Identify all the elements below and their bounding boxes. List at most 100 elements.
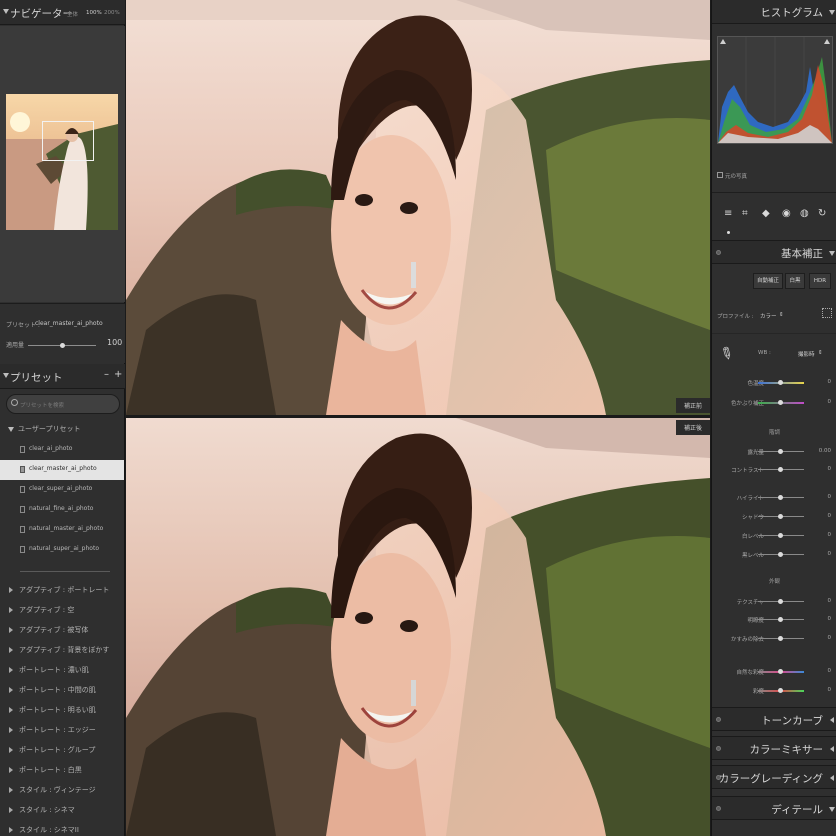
user-preset-item[interactable]: natural_super_ai_photo bbox=[0, 540, 124, 560]
user-preset-item[interactable]: natural_fine_ai_photo bbox=[0, 500, 124, 520]
detail-header[interactable]: ディテール bbox=[712, 796, 836, 820]
healing-icon[interactable]: ◆ bbox=[762, 208, 770, 219]
preset-group-item[interactable]: ポートレート : 明るい肌 bbox=[0, 700, 124, 720]
add-preset-button[interactable]: + bbox=[114, 369, 122, 380]
color-mixer-header[interactable]: カラーミキサー bbox=[712, 736, 836, 760]
preset-group-item[interactable]: アダプティブ : 背景をぼかす bbox=[0, 640, 124, 660]
collapse-triangle-icon[interactable] bbox=[829, 807, 835, 812]
vibrance-slider-knob[interactable] bbox=[778, 669, 783, 674]
user-preset-item[interactable]: clear_ai_photo bbox=[0, 440, 124, 460]
tone-curve-header[interactable]: トーンカーブ bbox=[712, 707, 836, 731]
dehaze-slider-knob[interactable] bbox=[778, 636, 783, 641]
redeye-icon[interactable]: ◉ bbox=[782, 208, 791, 219]
saturation-slider-knob[interactable] bbox=[778, 688, 783, 693]
original-photo-checkbox[interactable] bbox=[717, 172, 723, 178]
clarity-slider-knob[interactable] bbox=[778, 617, 783, 622]
hdr-button[interactable]: HDR bbox=[809, 273, 831, 289]
preset-group-item[interactable]: ポートレート : グループ bbox=[0, 740, 124, 760]
collapse-triangle-icon[interactable] bbox=[3, 373, 9, 378]
before-photo[interactable]: 補正前 bbox=[126, 0, 710, 415]
collapse-triangle-icon[interactable] bbox=[829, 251, 835, 256]
profile-browser-icon[interactable] bbox=[822, 308, 832, 318]
dehaze-value[interactable]: 0 bbox=[828, 635, 832, 641]
contrast-slider-knob[interactable] bbox=[778, 467, 783, 472]
amount-slider-knob[interactable] bbox=[60, 343, 65, 348]
whites-slider-knob[interactable] bbox=[778, 533, 783, 538]
zoom-100-option[interactable]: 100% bbox=[86, 10, 102, 16]
vibrance-value[interactable]: 0 bbox=[828, 668, 832, 674]
texture-value[interactable]: 0 bbox=[828, 598, 832, 604]
crop-icon[interactable]: ⌗ bbox=[742, 208, 748, 219]
preset-search-input[interactable]: プリセットを検索 bbox=[6, 394, 120, 414]
expand-triangle-icon[interactable] bbox=[830, 746, 834, 752]
preset-group-item[interactable]: アダプティブ : ポートレート bbox=[0, 580, 124, 600]
highlights-value[interactable]: 0 bbox=[828, 494, 832, 500]
profile-select[interactable]: カラー bbox=[760, 312, 777, 320]
mask-icon[interactable]: ◍ bbox=[800, 208, 809, 219]
shadow-clipping-icon[interactable] bbox=[720, 39, 726, 44]
preset-group-item[interactable]: アダプティブ : 被写体 bbox=[0, 620, 124, 640]
shadows-slider-knob[interactable] bbox=[778, 514, 783, 519]
wb-select[interactable]: 撮影時 bbox=[798, 350, 815, 358]
color-temp-value[interactable]: 0 bbox=[828, 379, 832, 385]
presets-header[interactable]: プリセット – + bbox=[0, 364, 125, 389]
navigator-header[interactable]: ナビゲーター 全体 100% 200% bbox=[0, 0, 125, 25]
tint-value[interactable]: 0 bbox=[828, 399, 832, 405]
preset-group-label: ポートレート : 濃い肌 bbox=[19, 666, 89, 674]
color-temp-slider-knob[interactable] bbox=[778, 380, 783, 385]
collapse-triangle-icon[interactable] bbox=[3, 9, 9, 14]
edit-sliders-icon[interactable]: ≡ bbox=[724, 208, 732, 219]
exposure-value[interactable]: 0.00 bbox=[819, 448, 831, 454]
user-preset-item[interactable]: natural_master_ai_photo bbox=[0, 520, 124, 540]
preset-group-item[interactable]: ポートレート : 濃い肌 bbox=[0, 660, 124, 680]
preset-group-item[interactable]: ポートレート : エッジー bbox=[0, 720, 124, 740]
zoom-fit-option[interactable]: 全体 bbox=[67, 10, 78, 18]
expand-triangle-icon[interactable] bbox=[830, 717, 834, 723]
user-presets-group[interactable]: ユーザープリセット bbox=[0, 419, 124, 439]
panel-visibility-icon[interactable] bbox=[716, 250, 721, 255]
blacks-slider-knob[interactable] bbox=[778, 552, 783, 557]
highlights-slider-knob[interactable] bbox=[778, 495, 783, 500]
auto-button[interactable]: 自動補正 bbox=[753, 273, 783, 289]
preset-group-item[interactable]: アダプティブ : 空 bbox=[0, 600, 124, 620]
user-preset-item[interactable]: clear_super_ai_photo bbox=[0, 480, 124, 500]
basic-panel-header[interactable]: 基本補正 bbox=[712, 240, 836, 264]
color-grading-header[interactable]: カラーグレーディング bbox=[712, 765, 836, 789]
exposure-slider-knob[interactable] bbox=[778, 449, 783, 454]
preset-group-item[interactable]: スタイル : シネマ bbox=[0, 800, 124, 820]
navigator-thumbnail[interactable] bbox=[6, 94, 118, 230]
shadows-value[interactable]: 0 bbox=[828, 513, 832, 519]
blacks-value[interactable]: 0 bbox=[828, 551, 832, 557]
zoom-200-option[interactable]: 200% bbox=[104, 10, 120, 16]
preset-group-item[interactable]: スタイル : ヴィンテージ bbox=[0, 780, 124, 800]
panel-visibility-icon[interactable] bbox=[716, 717, 721, 722]
remove-preset-button[interactable]: – bbox=[104, 369, 109, 380]
saturation-value[interactable]: 0 bbox=[828, 687, 832, 693]
after-photo[interactable]: 補正後 bbox=[126, 418, 710, 836]
chevron-updown-icon: ⇕ bbox=[818, 350, 823, 356]
preset-group-item[interactable]: ポートレート : 白黒 bbox=[0, 760, 124, 780]
histogram-header[interactable]: ヒストグラム bbox=[712, 0, 836, 24]
preset-group-item[interactable]: ポートレート : 中間の肌 bbox=[0, 680, 124, 700]
user-preset-item[interactable]: clear_master_ai_photo bbox=[0, 460, 124, 480]
profile-label: プロファイル : bbox=[717, 314, 754, 320]
whites-value[interactable]: 0 bbox=[828, 532, 832, 538]
panel-visibility-icon[interactable] bbox=[716, 806, 721, 811]
collapse-triangle-icon[interactable] bbox=[829, 10, 835, 15]
expand-triangle-icon[interactable] bbox=[830, 775, 834, 781]
presence-section-label: 外観 bbox=[768, 579, 780, 585]
preset-group-label: アダプティブ : 空 bbox=[19, 606, 75, 614]
panel-visibility-icon[interactable] bbox=[716, 746, 721, 751]
preset-group-label: アダプティブ : 被写体 bbox=[19, 626, 89, 634]
contrast-value[interactable]: 0 bbox=[828, 466, 832, 472]
navigator-viewport-rectangle[interactable] bbox=[42, 121, 94, 161]
highlight-clipping-icon[interactable] bbox=[824, 39, 830, 44]
clarity-value[interactable]: 0 bbox=[828, 616, 832, 622]
texture-slider-knob[interactable] bbox=[778, 599, 783, 604]
eyedropper-icon[interactable]: ✎ bbox=[716, 342, 737, 365]
basic-panel-title: 基本補正 bbox=[781, 248, 823, 260]
tint-slider-knob[interactable] bbox=[778, 400, 783, 405]
bw-button[interactable]: 白黒 bbox=[785, 273, 805, 289]
reset-icon[interactable]: ↻ bbox=[818, 208, 826, 219]
preset-group-item[interactable]: スタイル : シネマII bbox=[0, 820, 124, 836]
